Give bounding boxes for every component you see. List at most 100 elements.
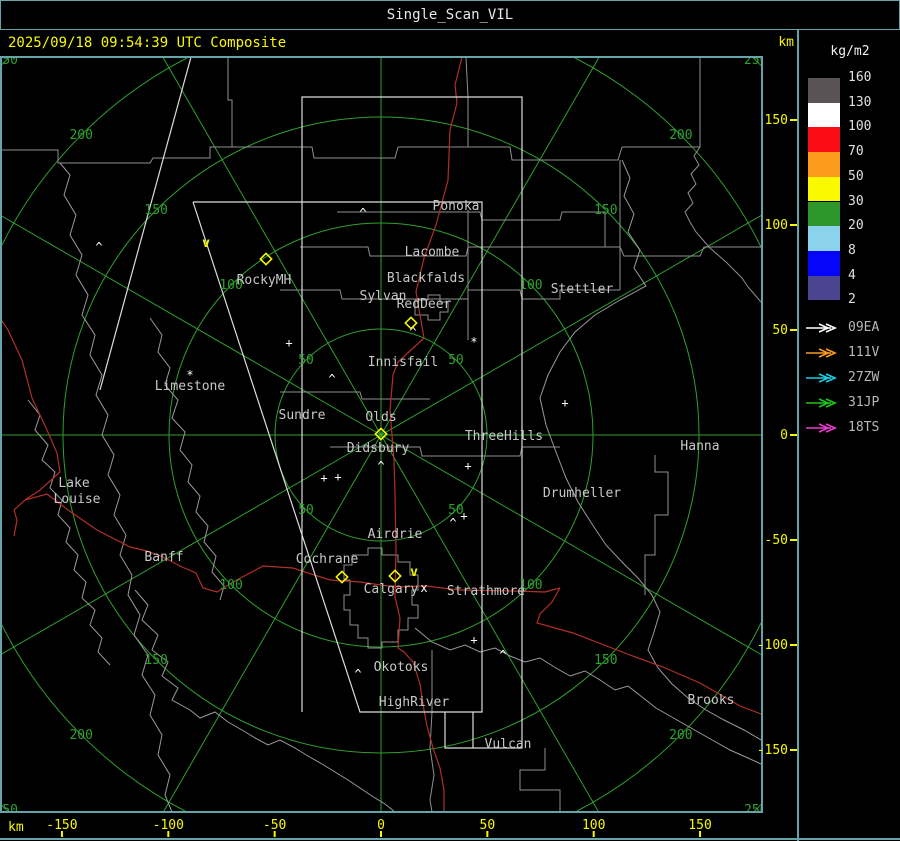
- ring-distance-label: 250: [0, 803, 18, 818]
- radar-id-label: 111V: [848, 345, 880, 360]
- right-axis-tick-label: -100: [757, 638, 788, 653]
- scale-swatch: [808, 102, 840, 128]
- city-label: Innisfail: [368, 355, 438, 370]
- plus-marker: +: [470, 633, 477, 647]
- scale-value-label: 160: [848, 70, 872, 85]
- ring-distance-label: 100: [519, 278, 542, 293]
- plus-marker: +: [460, 509, 467, 523]
- county-boundary: [337, 211, 606, 247]
- ring-distance-label: 200: [69, 728, 92, 743]
- city-label: Airdrie: [368, 527, 423, 542]
- city-label: Stettler: [551, 282, 614, 297]
- plus-marker: +: [285, 336, 292, 350]
- scale-value-label: 70: [848, 144, 864, 160]
- radial-line: [162, 58, 382, 436]
- city-label: Banff: [144, 550, 183, 565]
- window-title: Single_Scan_VIL: [386, 7, 514, 23]
- bottom-axis-units: km: [8, 820, 24, 835]
- city-label: Lacombe: [405, 245, 460, 260]
- scale-swatch: [808, 201, 840, 227]
- county-boundary: [468, 58, 701, 161]
- city-label: RedDeer: [397, 297, 452, 312]
- ring-distance-label: 150: [144, 203, 167, 218]
- county-boundary: [519, 748, 561, 811]
- right-axis-tick-label: 150: [765, 113, 788, 128]
- scale-swatch: [808, 275, 840, 301]
- ring-distance-label: 100: [219, 578, 242, 593]
- x-marker: x: [420, 581, 427, 595]
- county-boundary: [300, 246, 761, 257]
- scale-value-label: 50: [848, 168, 864, 184]
- city-label: RockyMH: [237, 273, 292, 288]
- ring-distance-label: 250: [0, 53, 18, 68]
- highway-line: [2, 319, 33, 399]
- caret-marker: ^: [359, 206, 366, 220]
- site-arrow-marker: v: [202, 236, 210, 251]
- scale-value-label: 130: [848, 94, 872, 110]
- site-arrow-marker: v: [410, 565, 418, 580]
- city-label: Olds: [365, 410, 396, 425]
- radial-line: [380, 434, 599, 811]
- ring-distance-label: 50: [298, 353, 314, 368]
- scale-value-label: 20: [848, 218, 864, 234]
- caret-marker: ^: [354, 667, 361, 681]
- city-label: Didsbury: [347, 441, 410, 456]
- right-axis-tick-label: 0: [780, 428, 788, 443]
- bottom-axis-tick-label: -50: [263, 818, 286, 833]
- right-axis-tick-label: -150: [757, 743, 788, 758]
- ring-distance-label: 150: [144, 653, 167, 668]
- plus-marker: +: [334, 470, 341, 484]
- ring-distance-label: 250: [744, 803, 767, 818]
- radar-id-label: 31JP: [848, 395, 880, 410]
- caret-marker: ^: [499, 648, 506, 662]
- scale-swatch: [808, 176, 840, 202]
- caret-marker: ^: [95, 240, 102, 254]
- bottom-axis-tick-label: -100: [153, 818, 184, 833]
- ring-distance-label: 50: [448, 353, 464, 368]
- county-boundary: [429, 650, 435, 811]
- radar-screen: 50 50 50 50 100 100 100 100 150 150 150 150 200 200 20…: [0, 0, 900, 841]
- ring-distance-label: 150: [594, 653, 617, 668]
- ring-distance-label: 200: [69, 128, 92, 143]
- bottom-axis-tick-label: 150: [688, 818, 711, 833]
- highway-line: [13, 493, 561, 593]
- radar-id-label: 09EA: [848, 320, 880, 335]
- caret-marker: ^: [328, 372, 335, 386]
- scale-value-label: 8: [848, 242, 856, 258]
- highway-line: [24, 397, 61, 501]
- scale-value-label: 100: [848, 119, 872, 135]
- bottom-axis-tick-label: 50: [480, 818, 496, 833]
- title-bar: Single_Scan_VIL: [0, 0, 900, 30]
- city-label: Okotoks: [374, 660, 429, 675]
- ring-distance-label: 50: [298, 503, 314, 518]
- radar-id-label: 27ZW: [848, 370, 880, 385]
- caret-marker: ^: [449, 516, 456, 530]
- timestamp: 2025/09/18 09:54:39 UTC Composite: [8, 35, 287, 51]
- scale-swatch: [808, 78, 840, 103]
- ring-distance-label: 150: [594, 203, 617, 218]
- ring-distance-label: 200: [669, 128, 692, 143]
- city-label: HighRiver: [379, 695, 450, 710]
- radar-map-canvas[interactable]: 50 5050 50100 100100 100150 150150 150200 20020…: [0, 0, 900, 841]
- scale-swatch: [808, 127, 840, 153]
- caret-marker: ^: [377, 459, 384, 473]
- city-label: Strathmore: [447, 584, 525, 599]
- star-marker: *: [470, 335, 477, 349]
- radar-coverage-outline: [301, 96, 523, 749]
- radar-coverage-outline: [99, 58, 192, 391]
- scale-value-label: 2: [848, 292, 856, 308]
- right-axis-tick-label: -50: [765, 533, 788, 548]
- city-label: Cochrane: [296, 552, 359, 567]
- radar-id-label: 18TS: [848, 420, 880, 435]
- plus-marker: +: [561, 396, 568, 410]
- city-label: Hanna: [680, 439, 719, 454]
- plus-marker: +: [464, 459, 471, 473]
- right-axis-tick-label: 100: [765, 218, 788, 233]
- city-label: Calgary: [364, 582, 419, 597]
- bottom-axis-tick-label: 0: [377, 818, 385, 833]
- city-label: Lake: [58, 476, 89, 491]
- city-label: Brooks: [688, 693, 735, 708]
- bottom-axis-tick-label: 100: [582, 818, 605, 833]
- legend-units: kg/m2: [830, 44, 870, 59]
- city-label: Vulcan: [485, 737, 532, 752]
